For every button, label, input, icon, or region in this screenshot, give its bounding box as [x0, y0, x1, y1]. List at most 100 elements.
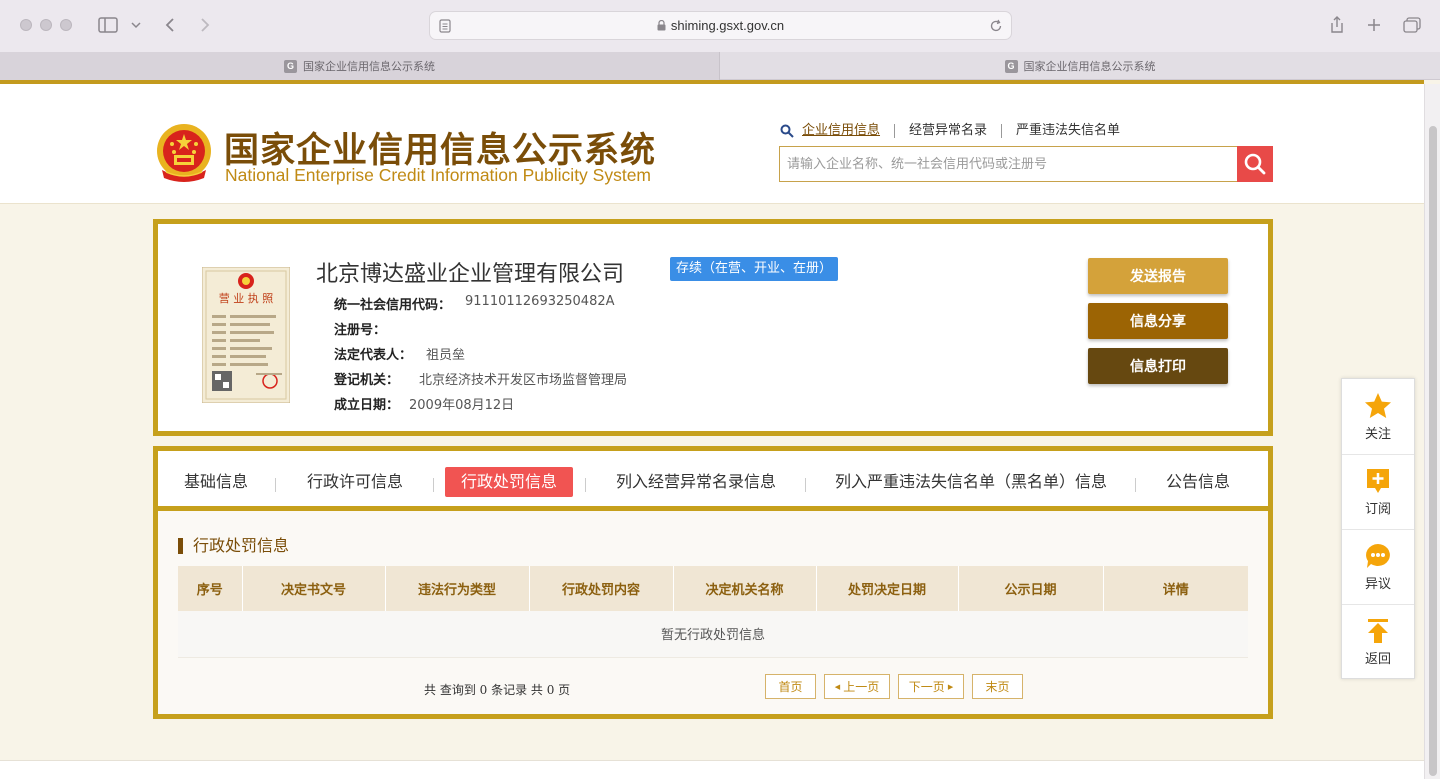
scrollbar-thumb[interactable] [1429, 126, 1437, 776]
column-header: 违法行为类型 [385, 566, 530, 611]
field-value: 91110112693250482A [465, 294, 615, 309]
favicon-icon: G [284, 59, 297, 73]
column-header: 决定书文号 [242, 566, 386, 611]
page-scrollbar[interactable] [1424, 84, 1440, 779]
tab-separator [585, 478, 586, 492]
tab-separator [433, 478, 434, 492]
star-icon [1365, 392, 1391, 418]
print-info-button[interactable]: 信息打印 [1088, 348, 1228, 384]
reg-number-row: 注册号： [334, 319, 400, 338]
floating-side-panel: 关注 订阅 异议 返回 [1341, 378, 1415, 679]
back-to-top-button[interactable]: 返回 [1342, 604, 1414, 679]
browser-tab-title: 国家企业信用信息公示系统 [303, 60, 435, 73]
share-icon[interactable] [1327, 14, 1347, 36]
send-report-button[interactable]: 发送报告 [1088, 258, 1228, 294]
comment-icon [1366, 543, 1390, 568]
next-page-label: 下一页 [908, 680, 945, 694]
company-info-card: 营 业 执 照 北京博达盛业企业管理有限公司 存续（在营、开业、在册） 统一社会… [153, 219, 1273, 436]
field-label: 法定代表人： [334, 348, 413, 363]
last-page-button[interactable]: 末页 [972, 674, 1023, 699]
address-bar[interactable]: shiming.gsxt.gov.cn [429, 11, 1012, 40]
side-item-label: 订阅 [1364, 501, 1391, 517]
objection-button[interactable]: 异议 [1342, 529, 1414, 604]
column-header: 序号 [178, 566, 243, 611]
field-label: 成立日期： [334, 398, 400, 413]
back-arrow-icon[interactable] [160, 14, 180, 36]
link-enterprise-credit[interactable]: 企业信用信息 [794, 124, 894, 138]
search-icon [1244, 153, 1266, 175]
first-page-button[interactable]: 首页 [765, 674, 816, 699]
tab-separator [1135, 478, 1136, 492]
sidebar-toggle-icon[interactable] [97, 14, 119, 36]
side-item-label: 异议 [1364, 576, 1391, 592]
search-box [779, 146, 1273, 182]
chevron-right-icon: ▶ [947, 682, 954, 691]
credit-code-row: 统一社会信用代码： 91110112693250482A [334, 294, 615, 313]
prev-page-button[interactable]: ◀ 上一页 [824, 674, 890, 699]
field-value: 2009年08月12日 [409, 398, 515, 413]
section-title: 行政处罚信息 [178, 538, 289, 554]
search-icon [780, 124, 794, 138]
company-name: 北京博达盛业企业管理有限公司 [316, 262, 625, 287]
side-item-label: 关注 [1364, 426, 1391, 442]
tab-overview-icon[interactable] [1401, 14, 1423, 36]
follow-button[interactable]: 关注 [1342, 379, 1414, 454]
search-type-links: 企业信用信息 经营异常名录 严重违法失信名单 [780, 124, 1134, 138]
table-row: 暂无行政处罚信息 [178, 611, 1248, 658]
chevron-down-icon[interactable] [129, 14, 143, 36]
column-header: 决定机关名称 [673, 566, 817, 611]
column-header: 详情 [1103, 566, 1248, 611]
browser-tab-title: 国家企业信用信息公示系统 [1023, 60, 1156, 73]
browser-tab-1[interactable]: G 国家企业信用信息公示系统 [0, 52, 720, 80]
subscribe-button[interactable]: 订阅 [1342, 454, 1414, 529]
minimize-window-button[interactable] [40, 19, 52, 31]
field-value: 祖员垒 [426, 348, 466, 363]
license-title: 营 业 执 照 [219, 291, 274, 305]
column-header: 行政处罚内容 [529, 566, 674, 611]
reg-authority-row: 登记机关： 北京经济技术开发区市场监督管理局 [334, 369, 627, 388]
field-label: 登记机关： [334, 373, 400, 388]
column-header: 公示日期 [958, 566, 1104, 611]
close-window-button[interactable] [20, 19, 32, 31]
tab-admin-license[interactable]: 行政许可信息 [307, 467, 403, 497]
national-emblem-icon [154, 122, 214, 186]
business-license-image[interactable]: 营 业 执 照 [201, 266, 291, 404]
tab-abnormal-list[interactable]: 列入经营异常名录信息 [616, 467, 776, 497]
zoom-window-button[interactable] [60, 19, 72, 31]
search-button[interactable] [1237, 146, 1273, 182]
next-page-button[interactable]: 下一页 ▶ [898, 674, 964, 699]
link-serious-violation-list[interactable]: 严重违法失信名单 [1001, 124, 1134, 138]
search-input[interactable] [780, 147, 1238, 181]
site-header: 国家企业信用信息公示系统 National Enterprise Credit … [0, 84, 1424, 204]
tab-admin-penalty[interactable]: 行政处罚信息 [445, 467, 574, 497]
info-tab-bar: 基础信息 行政许可信息 行政处罚信息 列入经营异常名录信息 列入严重违法失信名单… [158, 451, 1268, 511]
tab-separator [275, 478, 276, 492]
tab-announcements[interactable]: 公告信息 [1166, 467, 1230, 497]
field-label: 统一社会信用代码： [334, 298, 452, 313]
tab-separator [805, 478, 806, 492]
table-header-row: 序号 决定书文号 违法行为类型 行政处罚内容 决定机关名称 处罚决定日期 公示日… [178, 566, 1248, 611]
page-footer-edge [0, 760, 1424, 779]
site-title-en: National Enterprise Credit Information P… [225, 165, 652, 185]
forward-arrow-icon[interactable] [195, 14, 215, 36]
tab-basic-info[interactable]: 基础信息 [184, 467, 248, 497]
chevron-left-icon: ◀ [834, 682, 841, 691]
field-label: 注册号： [334, 323, 387, 338]
reload-icon[interactable] [989, 18, 1003, 37]
legal-rep-row: 法定代表人： 祖员垒 [334, 344, 465, 363]
field-value: 北京经济技术开发区市场监督管理局 [419, 373, 628, 388]
penalty-table: 序号 决定书文号 违法行为类型 行政处罚内容 决定机关名称 处罚决定日期 公示日… [178, 566, 1248, 658]
share-info-button[interactable]: 信息分享 [1088, 303, 1228, 339]
penalty-section: 行政处罚信息 序号 决定书文号 违法行为类型 行政处罚内容 决定机关名称 处罚决… [158, 511, 1268, 714]
url-value: shiming.gsxt.gov.cn [670, 18, 785, 33]
browser-toolbar: shiming.gsxt.gov.cn [0, 0, 1440, 52]
browser-tab-bar: G 国家企业信用信息公示系统 G 国家企业信用信息公示系统 [0, 52, 1440, 80]
record-summary: 共 查询到 0 条记录 共 0 页 [424, 683, 571, 697]
browser-tab-2[interactable]: G 国家企业信用信息公示系统 [720, 52, 1440, 80]
new-tab-icon[interactable] [1364, 14, 1384, 36]
column-header: 处罚决定日期 [816, 566, 959, 611]
link-abnormal-list[interactable]: 经营异常名录 [894, 124, 1001, 138]
tab-blacklist[interactable]: 列入严重违法失信名单（黑名单）信息 [835, 467, 1107, 497]
status-badge: 存续（在营、开业、在册） [670, 257, 839, 281]
prev-page-label: 上一页 [843, 680, 880, 694]
